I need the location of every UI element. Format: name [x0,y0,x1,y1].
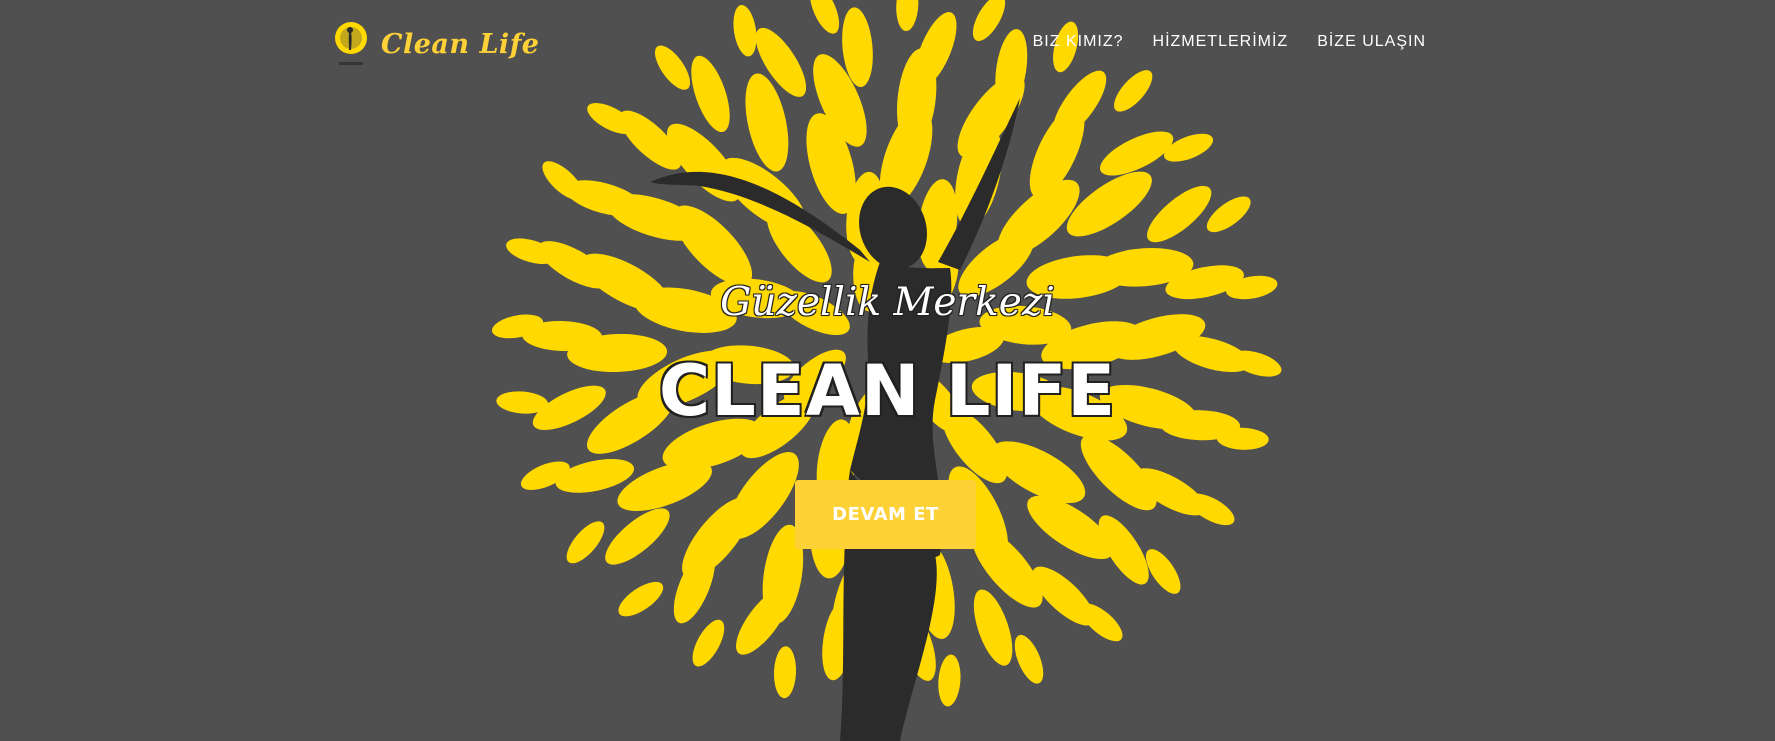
nav-item-biz-kimiz[interactable]: BIZ KIMIZ? [1033,33,1124,51]
leaf-shape [1147,185,1212,243]
hero-section: Clean Life BIZ KIMIZ? HİZMETLERİMİZ BİZE… [0,0,1775,741]
nav-menu: BIZ KIMIZ? HİZMETLERİMİZ BİZE ULAŞIN [1004,33,1426,51]
brand-link[interactable]: Clean Life [333,20,539,68]
leaf-shape [938,654,961,707]
nav-item-hizmetlerimiz[interactable]: HİZMETLERİMİZ [1153,33,1289,51]
leaf-shape [1014,634,1044,684]
leaf-shape [773,646,797,699]
nav-item-bize-ulasin[interactable]: BİZE ULAŞIN [1317,33,1426,51]
brand-name: Clean Life [381,28,540,60]
leaf-shape [566,521,605,564]
leaf-shape [692,619,725,667]
hero-subtitle: Güzellik Merkezi [720,280,1055,325]
tree-woman-logo-icon [335,22,367,65]
leaf-shape [618,581,664,617]
continue-button[interactable]: DEVAM ET [795,480,976,549]
hero-title: CLEAN LIFE [658,350,1117,432]
top-navbar: Clean Life BIZ KIMIZ? HİZMETLERİMİZ BİZE… [0,0,1775,90]
